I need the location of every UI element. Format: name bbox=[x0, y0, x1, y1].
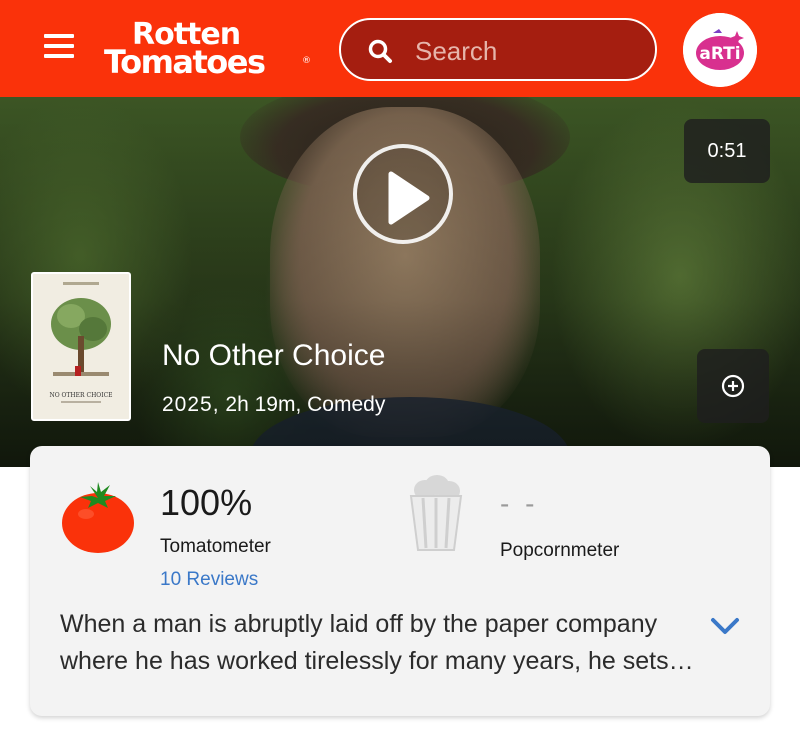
page-root: Rotten Tomatoes ® Search aRTi 0:51 NO OT… bbox=[0, 0, 800, 737]
tomatometer-reviews-link[interactable]: 10 Reviews bbox=[160, 569, 258, 591]
arti-avatar-button[interactable]: aRTi bbox=[683, 13, 757, 87]
popcornmeter-label: Popcornmeter bbox=[500, 540, 620, 561]
poster-title: NO OTHER CHOICE bbox=[49, 392, 112, 399]
movie-poster[interactable]: NO OTHER CHOICE bbox=[31, 272, 131, 421]
arti-logo-icon: aRTi bbox=[683, 13, 757, 87]
poster-artwork: NO OTHER CHOICE bbox=[33, 274, 129, 419]
hamburger-menu-icon[interactable] bbox=[44, 34, 76, 60]
site-header: Rotten Tomatoes ® Search aRTi bbox=[0, 0, 800, 97]
logo-line-2: Tomatoes bbox=[104, 43, 266, 81]
play-icon bbox=[388, 171, 430, 225]
movie-synopsis: When a man is abruptly laid off by the p… bbox=[60, 610, 669, 675]
movie-genre: Comedy bbox=[307, 393, 386, 416]
search-placeholder: Search bbox=[415, 36, 498, 66]
fresh-tomato-icon[interactable] bbox=[60, 476, 136, 554]
logo-registered-mark: ® bbox=[302, 56, 311, 66]
chevron-down-icon[interactable] bbox=[710, 616, 740, 636]
tomatometer-label: Tomatometer bbox=[160, 536, 271, 557]
add-to-watchlist-button[interactable] bbox=[697, 349, 769, 423]
empty-popcorn-bucket-icon[interactable] bbox=[407, 474, 465, 554]
add-circle-icon bbox=[721, 374, 745, 398]
popcornmeter-score: - - bbox=[500, 488, 539, 519]
movie-meta: 2025, 2h 19m, Comedy bbox=[162, 393, 385, 417]
play-trailer-button[interactable] bbox=[353, 144, 453, 244]
search-icon bbox=[368, 39, 392, 63]
movie-year: 2025, bbox=[162, 393, 220, 416]
hero-trailer[interactable]: 0:51 NO OTHER CHOICE No Other Choice 202… bbox=[0, 97, 800, 467]
tomatometer-score: 100% bbox=[160, 482, 253, 523]
movie-runtime: 2h 19m, bbox=[225, 393, 302, 416]
trailer-duration-badge: 0:51 bbox=[684, 119, 770, 183]
score-card: 100% Tomatometer 10 Reviews - - Popcornm… bbox=[30, 446, 770, 716]
movie-title: No Other Choice bbox=[162, 339, 386, 372]
search-bar[interactable]: Search bbox=[339, 18, 657, 81]
avatar-text: aRTi bbox=[699, 44, 740, 64]
rotten-tomatoes-logo[interactable]: Rotten Tomatoes ® bbox=[104, 20, 314, 80]
